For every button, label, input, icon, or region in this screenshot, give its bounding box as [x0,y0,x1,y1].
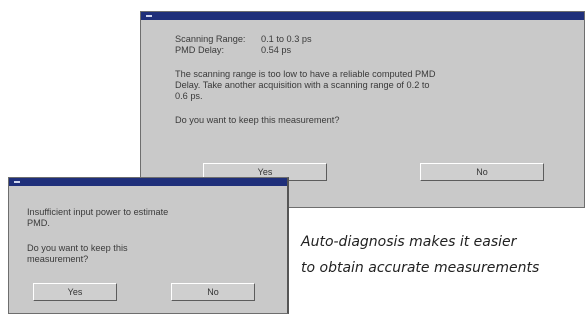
scanning-range-value: 0.1 to 0.3 ps [261,34,312,44]
message-line-2: Delay. Take another acquisition with a s… [175,80,430,90]
no-button[interactable]: No [420,163,544,181]
caption-line-2: to obtain accurate measurements [301,260,540,276]
app-icon [14,181,20,183]
caption-line-1: Auto-diagnosis makes it easier [301,234,517,250]
yes-button[interactable]: Yes [33,283,117,301]
question-line-1: Do you want to keep this [27,243,128,253]
pmd-delay-label: PMD Delay: [175,45,225,55]
scanning-range-label: Scanning Range: [175,34,246,44]
message-line-3: 0.6 ps. [175,91,203,101]
no-button[interactable]: No [171,283,255,301]
pmd-delay-value: 0.54 ps [261,45,292,55]
message-line-1: The scanning range is too low to have a … [175,69,436,79]
keep-measurement-question: Do you want to keep this measurement? [175,115,340,125]
message-line-1: Insufficient input power to estimate [27,207,169,217]
insufficient-power-dialog: Insufficient input power to estimate PMD… [8,177,289,314]
dialog-titlebar [9,178,287,186]
message-line-2: PMD. [27,218,50,228]
app-icon [146,15,152,17]
dialog-titlebar [141,12,584,20]
question-line-2: measurement? [27,254,89,264]
